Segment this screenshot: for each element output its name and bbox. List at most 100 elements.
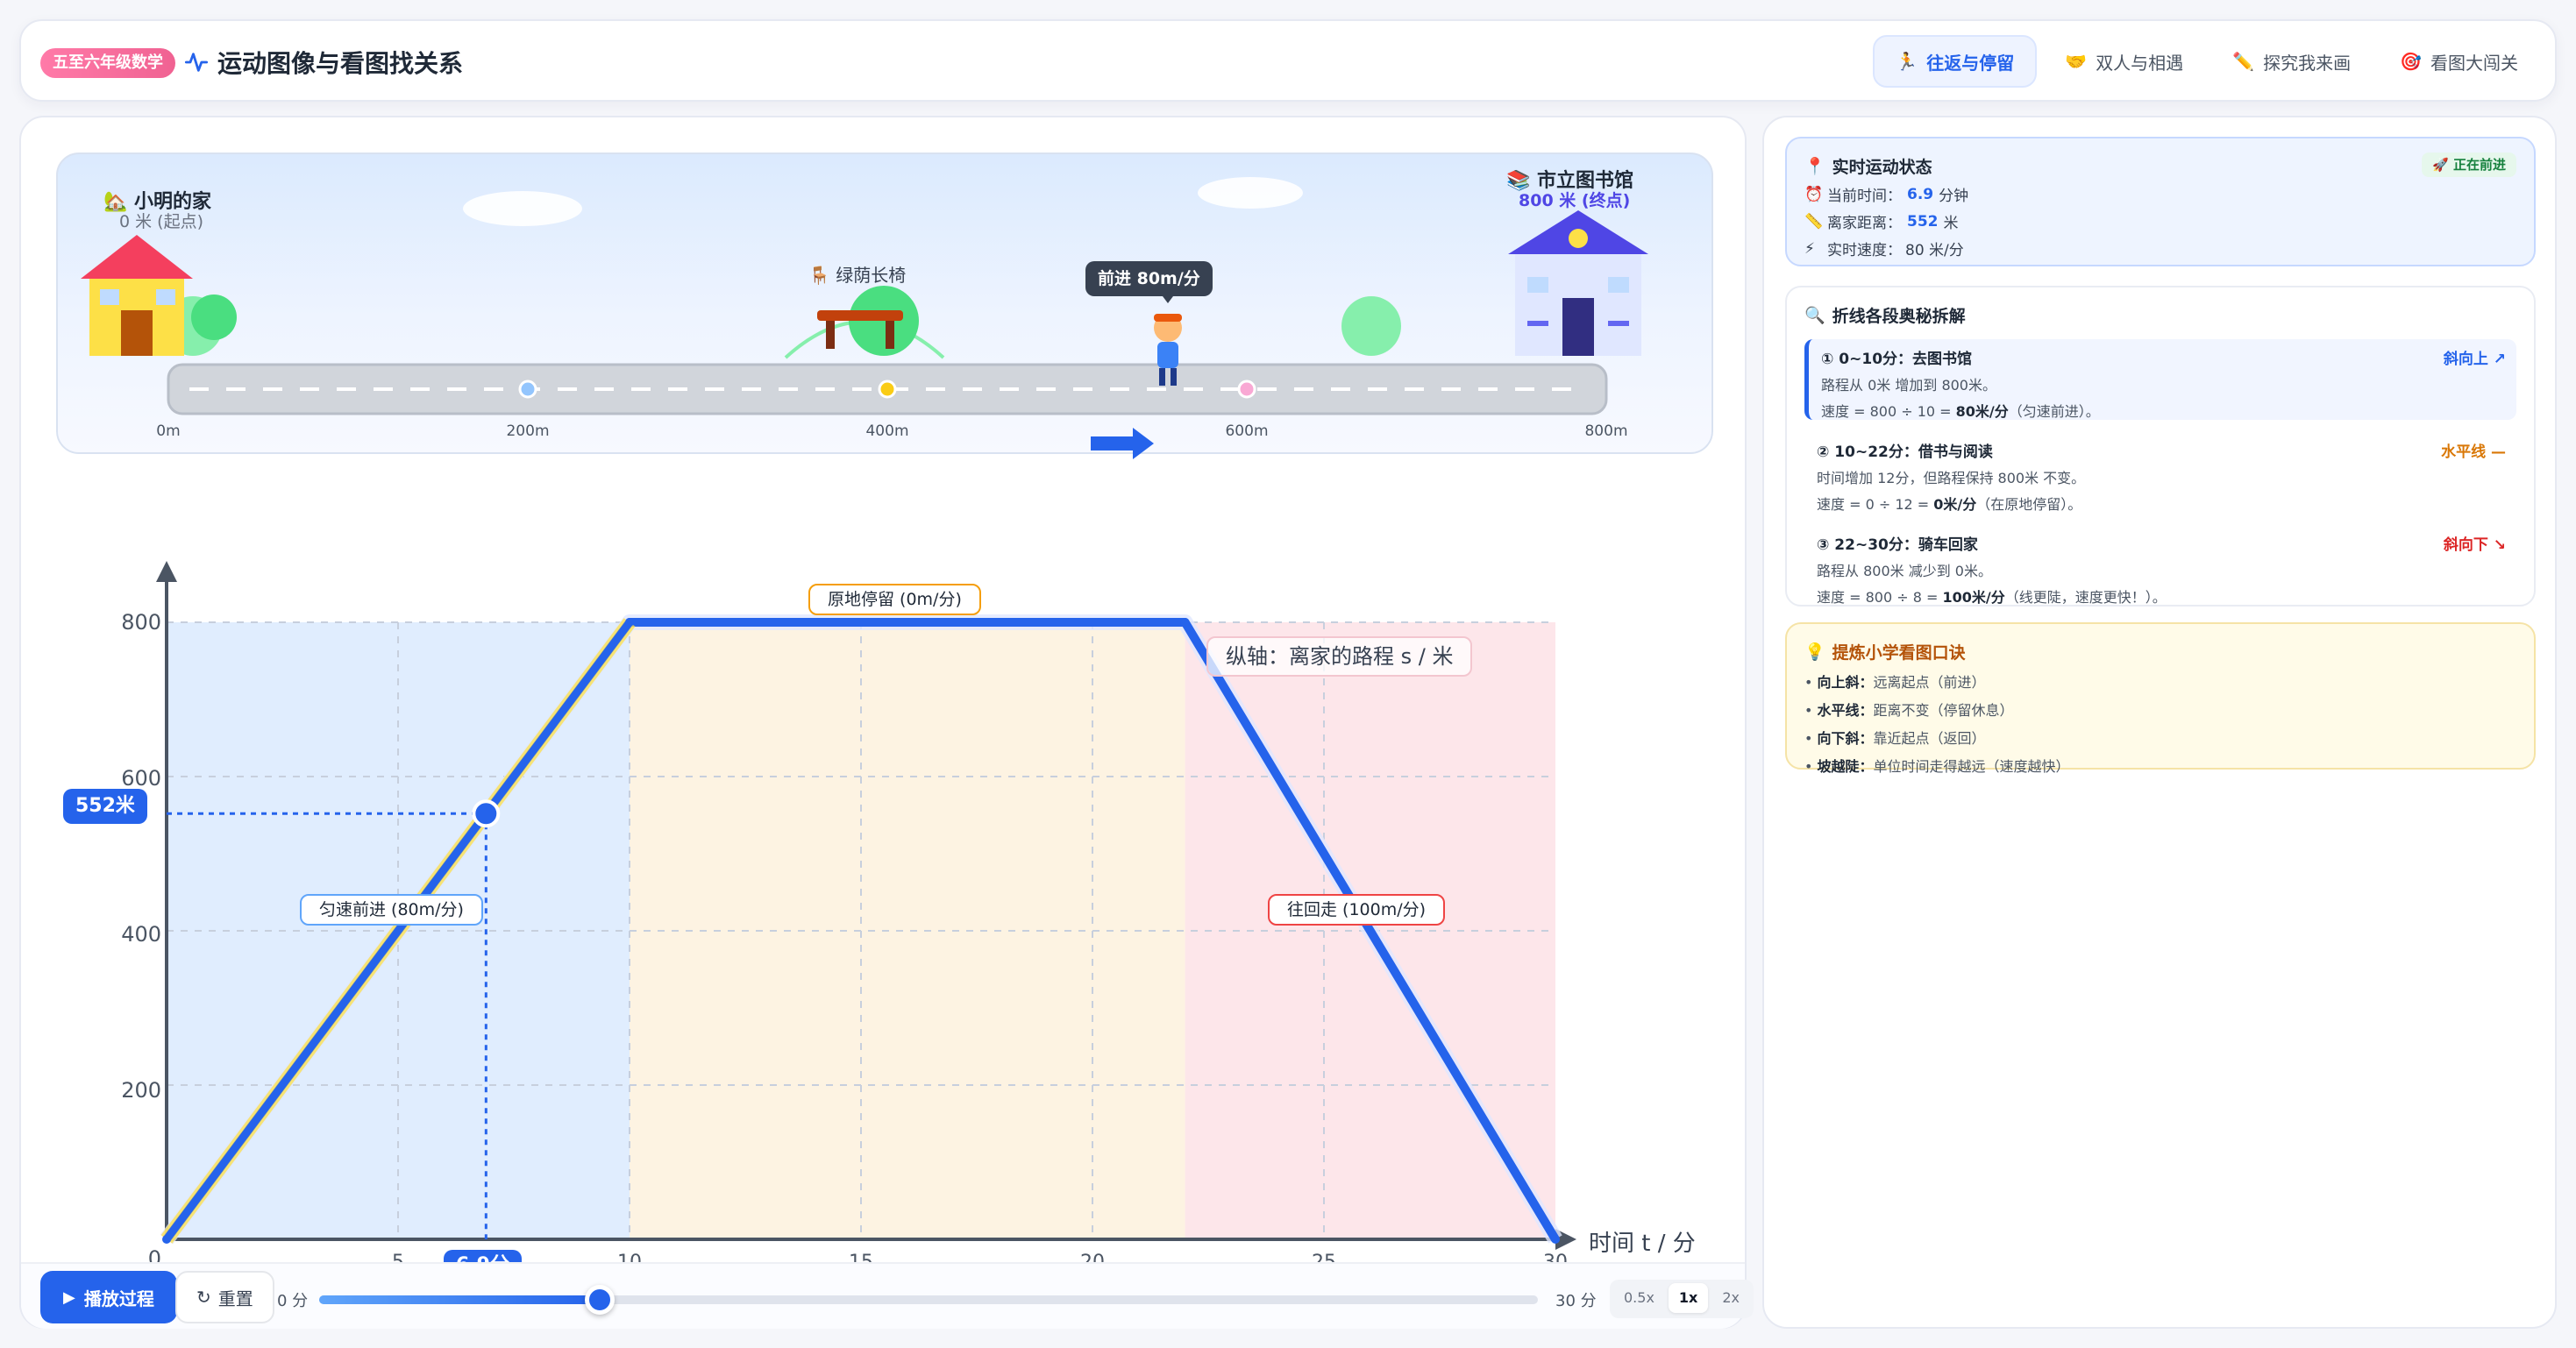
segments-title: 🔍 折线各段奥秘拆解 [1804,306,1966,326]
lightbulb-icon: 💡 [1804,642,1825,662]
tab-draw[interactable]: ✏️ 探究我来画 [2211,35,2372,88]
road-marker-200m [518,380,537,399]
tab-round-trip[interactable]: 🏃 往返与停留 [1873,35,2038,88]
pin-icon: 📍 [1804,157,1825,176]
top-bar: 五至六年级数学 运动图像与看图找关系 🏃 往返与停留 🤝 双人与相遇 ✏️ 探究… [19,19,2557,102]
cloud-icon [463,191,582,226]
library-distance: 800 米 (终点) [1519,191,1631,210]
clock-icon: ⏰ [1804,185,1824,203]
segment-label-forward: 匀速前进 (80m/分) [300,894,483,926]
time-slider[interactable] [319,1285,1538,1315]
road-tick: 200m [506,422,550,440]
segment-tag: 水平线 — [2441,443,2506,461]
tab-two-people[interactable]: 🤝 双人与相遇 [2044,35,2204,88]
main-panel: 🏡 小明的家 0 米 (起点) 📚 市立图书馆 800 米 (终点) 🪑 绿荫长… [19,116,1754,1329]
chart-svg [156,561,1576,1250]
segment-tag: 斜向下 ↘ [2443,536,2506,554]
tab-label: 探究我来画 [2263,52,2352,74]
current-point-dot [472,799,501,828]
tip-item: • 向下斜：靠近起点（返回） [1804,730,1986,747]
y-tick-label: 200 [121,1078,161,1103]
x-axis-label: 时间 t / 分 [1589,1231,1696,1257]
segment-item-3[interactable]: ③ 22~30分：骑车回家 斜向下 ↘ 路程从 800米 减少到 0米。 速度 … [1804,525,2516,606]
status-speed: ⚡ 实时速度： 80 米/分 [1804,239,1964,260]
status-badge: 🚀 正在前进 [2422,153,2516,177]
road-tick: 400m [865,422,909,440]
motion-scene: 🏡 小明的家 0 米 (起点) 📚 市立图书馆 800 米 (终点) 🪑 绿荫长… [56,153,1713,454]
scene-drawing [81,177,1648,415]
slider-thumb[interactable] [584,1285,615,1315]
pencil-icon: ✏️ [2232,51,2255,72]
speed-option-1x[interactable]: 1x [1668,1283,1709,1313]
tips-card: 💡 提炼小学看图口诀 • 向上斜：远离起点（前进） • 水平线：距离不变（停留休… [1785,622,2536,775]
tip-item: • 水平线：距离不变（停留休息） [1804,702,2014,719]
info-panel: 📍 实时运动状态 🚀 正在前进 ⏰ 当前时间： 6.9 分钟 📏 离家距离： 5… [1762,116,2557,1329]
speed-selector: 0.5x 1x 2x [1610,1280,1754,1318]
series-vertex [162,1235,171,1244]
tab-label: 往返与停留 [1926,52,2015,74]
segment-label-stay: 原地停留 (0m/分) [808,584,981,615]
speech-bubble: 前进 80m/分 [1085,261,1213,296]
tree-icon [1341,296,1401,356]
slider-max-label: 30 分 [1555,1292,1597,1310]
home-distance: 0 米 (起点) [119,212,203,231]
activity-icon [184,53,209,72]
distance-time-chart: 0 200 400 600 800 5 10 15 20 25 30 时间 t … [21,451,1748,1292]
series-vertex [625,618,634,627]
segment-item-2[interactable]: ② 10~22分：借书与阅读 水平线 — 时间增加 12分，但路程保持 800米… [1804,432,2516,513]
y-tick-label: 800 [121,610,161,635]
speed-option-2x[interactable]: 2x [1711,1283,1750,1313]
runner-icon: 🏃 [1896,51,1918,72]
slider-min-label: 0 分 [277,1292,309,1310]
slider-fill [319,1295,600,1304]
y-axis-arrow [156,561,177,582]
tab-label: 看图大闯关 [2430,52,2518,74]
mode-tabs: 🏃 往返与停留 🤝 双人与相遇 ✏️ 探究我来画 🎯 看图大闯关 [1873,35,2539,88]
lightning-icon: ⚡ [1804,239,1815,258]
road-tick: 0m [156,422,181,440]
reset-button-label: 重置 [217,1288,253,1309]
playback-controls: ▶ 播放过程 ↻ 重置 0 分 30 分 0.5x 1x 2x [21,1262,1754,1329]
series-vertex [1180,618,1190,627]
home-house-icon [81,235,193,356]
tips-title: 💡 提炼小学看图口诀 [1804,642,1966,663]
y-tick-label: 600 [121,766,161,791]
ruler-icon: 📏 [1804,212,1824,231]
tip-item: • 坡越陡：单位时间走得越远（速度越快） [1804,758,2070,775]
segment-item-1[interactable]: ① 0~10分：去图书馆 斜向上 ↗ 路程从 0米 增加到 800米。 速度 =… [1804,339,2516,420]
tab-label: 双人与相遇 [2096,52,2184,74]
bench-label: 🪑 绿荫长椅 [808,265,907,286]
y-axis-label: 纵轴：离家的路程 s / 米 [1206,636,1473,677]
segment-band-1 [630,622,1185,1239]
magnifier-icon: 🔍 [1804,306,1825,325]
grade-badge: 五至六年级数学 [40,48,175,78]
app-title-text: 运动图像与看图找关系 [217,49,464,78]
play-button[interactable]: ▶ 播放过程 [40,1271,177,1323]
road-marker-400m [878,380,897,399]
cloud-icon [1198,177,1303,209]
speed-option-0-5x[interactable]: 0.5x [1613,1283,1665,1313]
status-time: ⏰ 当前时间： 6.9 分钟 [1804,185,1969,206]
status-title: 📍 实时运动状态 [1804,157,1932,177]
current-distance-pill: 552米 [63,789,147,824]
status-distance: 📏 离家距离： 552 米 [1804,212,1959,233]
segments-card: 🔍 折线各段奥秘拆解 ① 0~10分：去图书馆 斜向上 ↗ 路程从 0米 增加到… [1785,286,2536,607]
series-vertex [1551,1235,1560,1244]
segment-label-return: 往回走 (100m/分) [1268,894,1446,926]
status-card: 📍 实时运动状态 🚀 正在前进 ⏰ 当前时间： 6.9 分钟 📏 离家距离： 5… [1785,137,2536,266]
segment-tag: 斜向上 ↗ [2443,351,2506,368]
target-icon: 🎯 [2400,51,2422,72]
reset-icon: ↻ [196,1287,211,1308]
reset-button[interactable]: ↻ 重置 [175,1271,274,1323]
tab-challenge[interactable]: 🎯 看图大闯关 [2379,35,2539,88]
handshake-icon: 🤝 [2065,51,2088,72]
play-icon: ▶ [63,1288,75,1307]
road-marker-600m [1237,380,1256,399]
y-tick-label: 400 [121,922,161,947]
tip-item: • 向上斜：远离起点（前进） [1804,674,1986,691]
road-tick: 600m [1225,422,1269,440]
library-building-icon [1508,210,1648,356]
app-title: 运动图像与看图找关系 [184,42,463,82]
road-tick: 800m [1584,422,1628,440]
play-button-label: 播放过程 [83,1288,154,1309]
